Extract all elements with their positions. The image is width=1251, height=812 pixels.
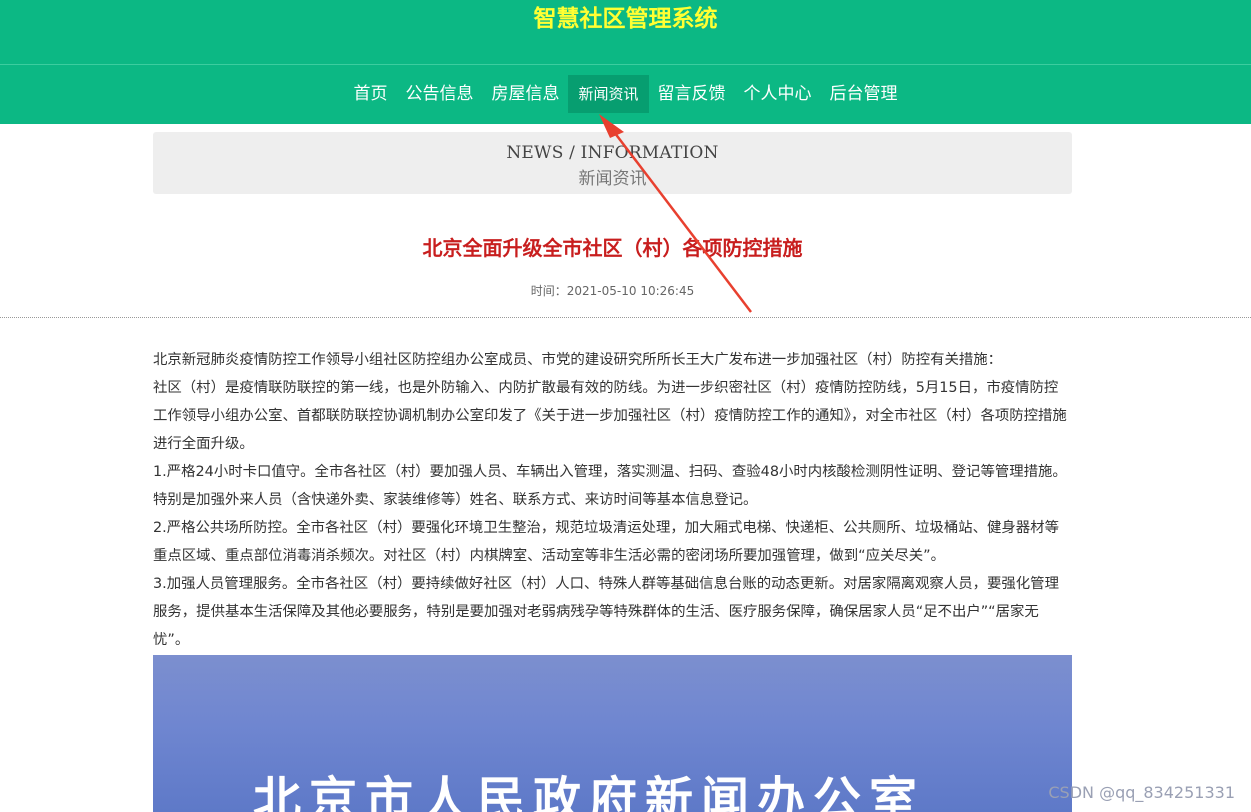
article-paragraph: 3.加强人员管理服务。全市各社区（村）要持续做好社区（村）人口、特殊人群等基础信… (153, 576, 1059, 648)
banner-title-en: NEWS / INFORMATION (506, 143, 719, 163)
dotted-divider (0, 317, 1251, 318)
nav-item-feedback[interactable]: 留言反馈 (649, 75, 735, 113)
article-body: 北京新冠肺炎疫情防控工作领导小组社区防控组办公室成员、市党的建设研究所所长王大广… (153, 346, 1072, 654)
section-banner: NEWS / INFORMATION 新闻资讯 (153, 132, 1072, 194)
site-title: 智慧社区管理系统 (533, 6, 718, 32)
image-sign-text: 北京市人民政府新闻办公室 (253, 772, 926, 812)
site-header: 智慧社区管理系统 首页 公告信息 房屋信息 新闻资讯 留言反馈 个人中心 后台管… (0, 0, 1251, 124)
nav-item-profile[interactable]: 个人中心 (735, 75, 821, 113)
article-image: 北京市人民政府新闻办公室 (153, 655, 1072, 812)
article-paragraph: 北京新冠肺炎疫情防控工作领导小组社区防控组办公室成员、市党的建设研究所所长王大广… (153, 352, 1003, 368)
article-time: 时间：2021-05-10 10:26:45 (530, 284, 695, 298)
article-paragraph: 1.严格24小时卡口值守。全市各社区（村）要加强人员、车辆出入管理，落实测温、扫… (153, 464, 1067, 508)
article-paragraph: 2.严格公共场所防控。全市各社区（村）要强化环境卫生整治，规范垃圾清运处理，加大… (153, 520, 1059, 564)
article-paragraph: 社区（村）是疫情联防联控的第一线，也是外防输入、内防扩散最有效的防线。为进一步织… (153, 380, 1067, 452)
nav-item-news[interactable]: 新闻资讯 (568, 75, 649, 113)
nav-item-home[interactable]: 首页 (344, 75, 396, 113)
nav-item-announcements[interactable]: 公告信息 (396, 75, 482, 113)
article-title: 北京全面升级全市社区（村）各项防控措施 (422, 236, 803, 260)
watermark: CSDN @qq_834251331 (1048, 783, 1235, 802)
main-nav: 首页 公告信息 房屋信息 新闻资讯 留言反馈 个人中心 后台管理 (0, 75, 1251, 113)
nav-item-housing[interactable]: 房屋信息 (482, 75, 568, 113)
nav-item-admin[interactable]: 后台管理 (821, 75, 907, 113)
banner-title-cn: 新闻资讯 (578, 169, 647, 189)
header-divider (0, 64, 1251, 65)
